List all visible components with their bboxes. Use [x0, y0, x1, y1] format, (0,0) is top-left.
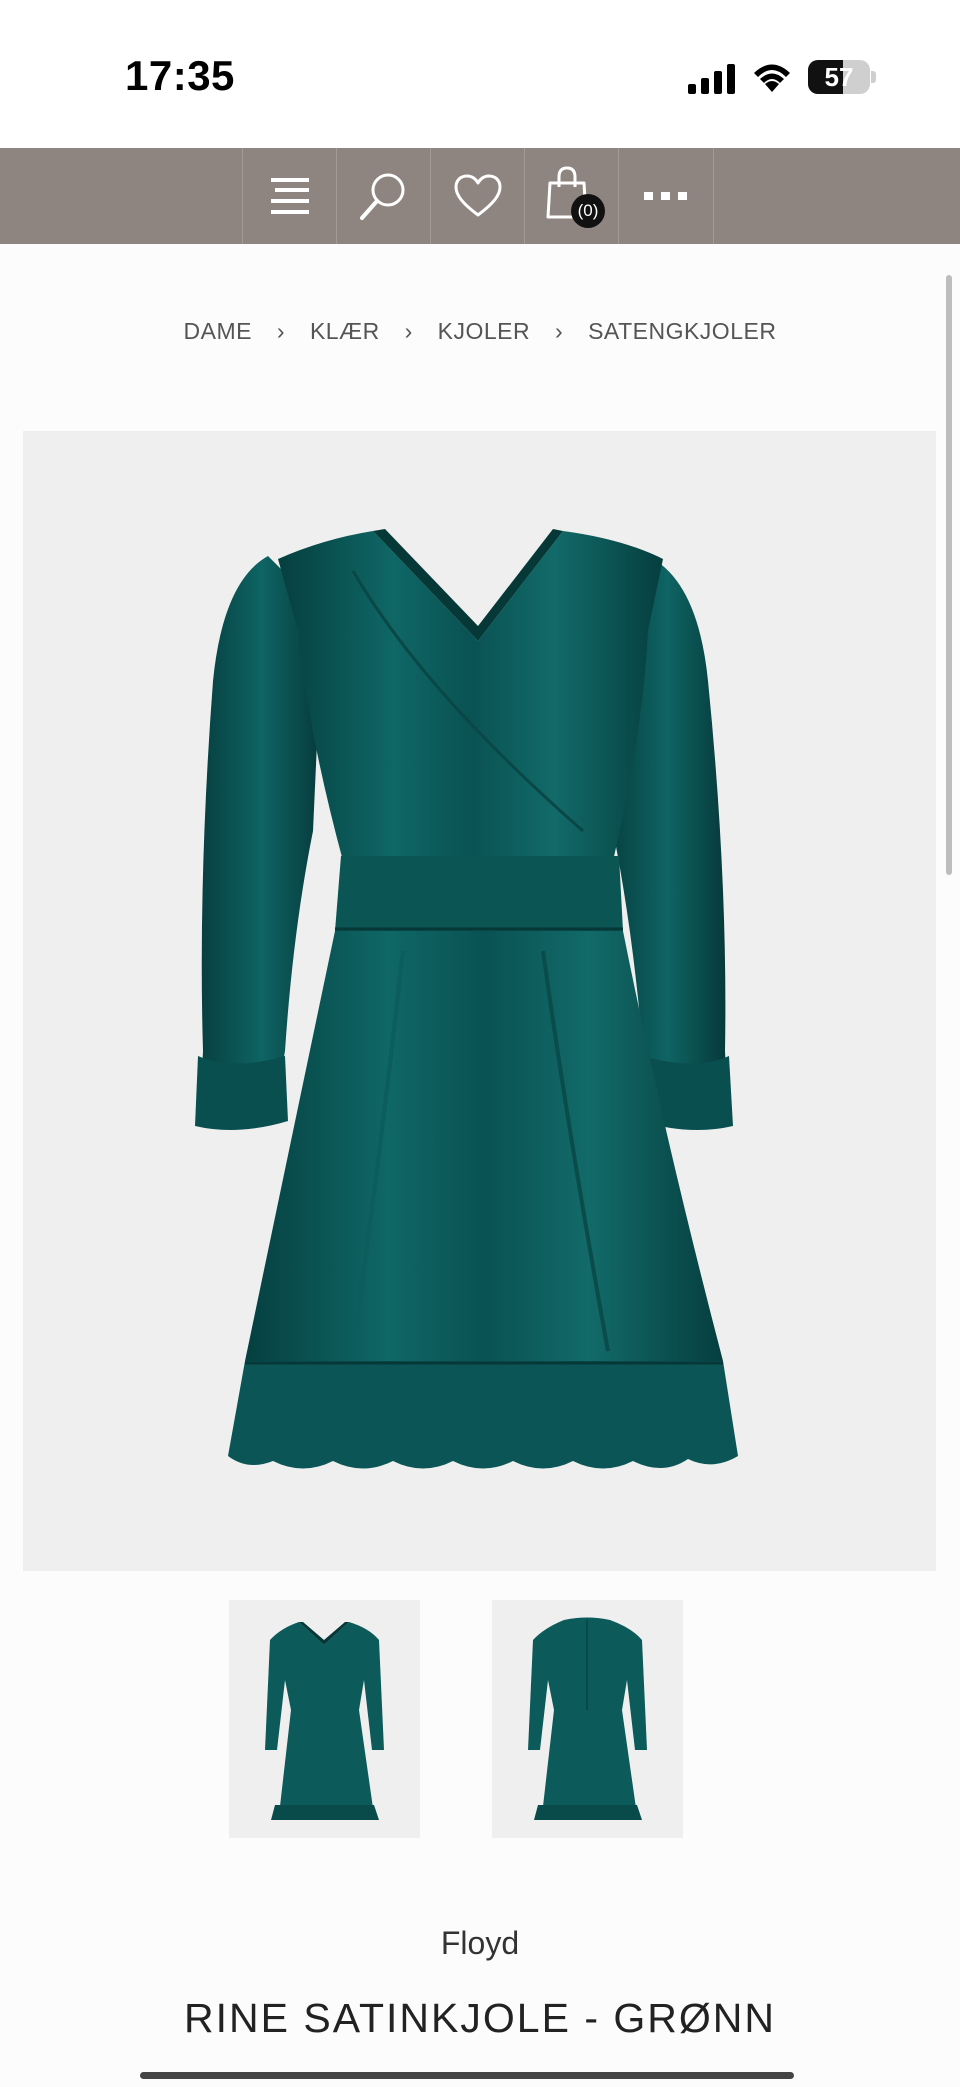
product-thumbnail-back[interactable] [492, 1600, 683, 1838]
cellular-signal-icon [688, 64, 735, 94]
wishlist-button[interactable] [430, 148, 525, 244]
dress-front-thumbnail [265, 1622, 384, 1820]
chevron-right-icon: › [555, 318, 564, 344]
page-scrollbar[interactable] [946, 275, 952, 875]
chevron-right-icon: › [404, 318, 413, 344]
battery-percentage: 57 [824, 62, 854, 92]
cart-button[interactable]: (0) [524, 148, 619, 244]
breadcrumb-kjoler[interactable]: KJOLER [438, 318, 530, 345]
search-icon [360, 173, 405, 220]
battery-icon: 57 [808, 60, 876, 94]
breadcrumb-klaer[interactable]: KLÆR [310, 318, 380, 345]
more-icon [644, 192, 687, 200]
product-brand[interactable]: Floyd [0, 1925, 960, 1962]
chevron-right-icon: › [276, 318, 286, 344]
dress-illustration [195, 529, 738, 1469]
breadcrumb: DAME › KLÆR › KJOLER › SATENGKJOLER [0, 318, 960, 345]
more-button[interactable] [618, 148, 714, 244]
top-nav-bar: (0) [0, 148, 960, 244]
status-time: 17:35 [125, 52, 235, 99]
breadcrumb-dame[interactable]: DAME [184, 318, 252, 345]
product-title: RINE SATINKJOLE - GRØNN [184, 1995, 776, 2041]
product-thumbnail-front[interactable] [229, 1600, 420, 1838]
status-bar: 17:35 57 [0, 0, 960, 148]
cart-count-badge: (0) [571, 194, 605, 228]
dress-back-thumbnail [528, 1617, 647, 1820]
home-indicator[interactable] [140, 2072, 794, 2079]
heart-icon [454, 174, 502, 217]
menu-icon [271, 178, 309, 214]
wifi-icon [754, 64, 790, 92]
product-main-image[interactable] [23, 431, 936, 1571]
breadcrumb-satengkjoler[interactable]: SATENGKJOLER [588, 318, 776, 345]
search-button[interactable] [336, 148, 431, 244]
menu-button[interactable] [242, 148, 337, 244]
